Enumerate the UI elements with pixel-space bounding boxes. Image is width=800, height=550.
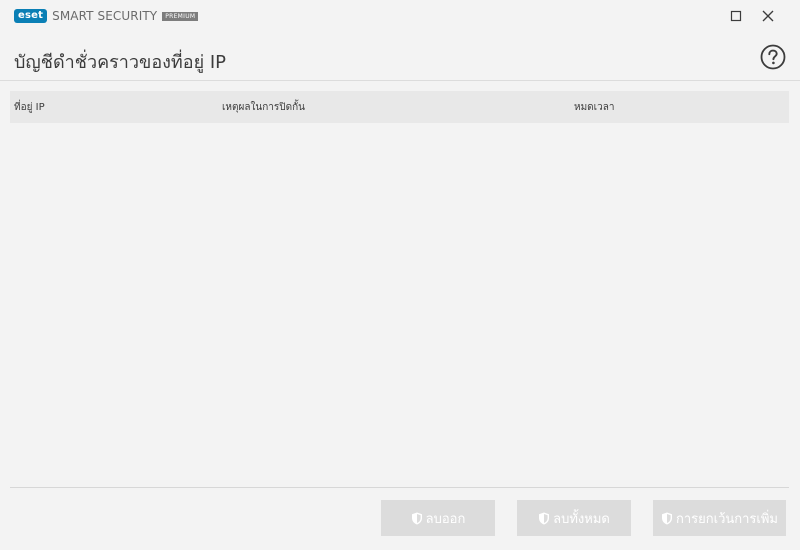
shield-icon <box>661 512 673 525</box>
shield-icon <box>411 512 423 525</box>
title-bar: eset SMART SECURITY PREMIUM <box>0 0 800 32</box>
table-body[interactable] <box>10 123 789 485</box>
maximize-button[interactable] <box>726 6 746 26</box>
product-name: SMART SECURITY <box>52 9 158 23</box>
maximize-icon <box>726 6 746 26</box>
table-header: ที่อยู่ IP เหตุผลในการปิดกั้น หมดเวลา <box>10 91 789 123</box>
header-divider <box>0 80 800 81</box>
close-button[interactable] <box>758 6 778 26</box>
shield-icon <box>538 512 550 525</box>
remove-button-label: ลบออก <box>425 511 466 527</box>
eset-logo: eset <box>14 9 48 23</box>
edition-badge: PREMIUM <box>162 11 199 21</box>
remove-button[interactable]: ลบออก <box>381 500 495 536</box>
help-button[interactable] <box>760 44 786 70</box>
add-exclusion-button[interactable]: การยกเว้นการเพิ่ม <box>653 500 786 536</box>
column-header-timeout[interactable]: หมดเวลา <box>574 100 614 115</box>
remove-all-button-label: ลบทั้งหมด <box>553 511 610 527</box>
page-title: บัญชีดำชั่วคราวของที่อยู่ IP <box>14 52 227 73</box>
column-header-block-reason[interactable]: เหตุผลในการปิดกั้น <box>222 100 305 115</box>
column-header-ip-address[interactable]: ที่อยู่ IP <box>14 100 45 115</box>
footer-divider <box>10 487 789 488</box>
add-exclusion-button-label: การยกเว้นการเพิ่ม <box>675 511 778 527</box>
app-window: eset SMART SECURITY PREMIUM บัญชีดำชั่วค… <box>0 0 800 550</box>
remove-all-button[interactable]: ลบทั้งหมด <box>517 500 631 536</box>
close-icon <box>758 6 778 26</box>
brand: eset SMART SECURITY PREMIUM <box>14 8 199 24</box>
help-icon <box>760 44 786 74</box>
